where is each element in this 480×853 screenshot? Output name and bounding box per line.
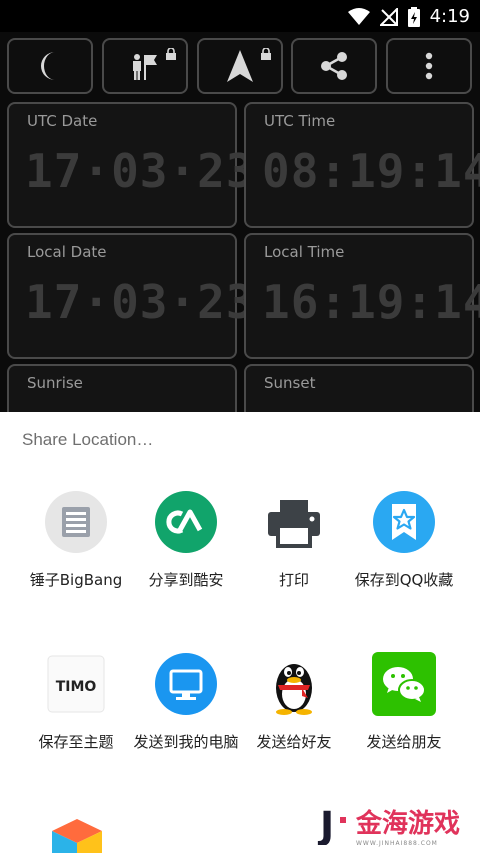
tile-label: Sunrise xyxy=(27,374,83,392)
share-button[interactable] xyxy=(291,38,377,94)
local-time-tile: Local Time 16:19:14 xyxy=(244,233,480,359)
app-label: 发送给好友 xyxy=(256,733,332,751)
svg-text:J: J xyxy=(317,805,334,845)
share-app-qq-friend[interactable]: 发送给好友 xyxy=(234,652,354,772)
app-label: 保存至主题 xyxy=(38,733,114,751)
tile-label: Local Time xyxy=(264,243,345,261)
share-app-coolapk[interactable]: 分享到酷安 xyxy=(126,490,246,610)
local-time-value: 16:19:14 xyxy=(262,275,480,329)
share-app-my-computer[interactable]: 发送到我的电脑 xyxy=(126,652,246,772)
coolapk-icon xyxy=(155,491,217,553)
no-signal-icon xyxy=(379,7,398,26)
tile-label: Sunset xyxy=(264,374,316,392)
navigation-button[interactable] xyxy=(197,38,283,94)
utc-time-tile: UTC Time 08:19:14 xyxy=(244,102,480,228)
watermark: J 金海游戏 WWW.JINHAI888.COM xyxy=(316,803,460,847)
person-flag-icon xyxy=(133,54,157,80)
share-app-qq-favorites[interactable]: 保存到QQ收藏 xyxy=(344,490,464,610)
wechat-icon xyxy=(372,652,436,716)
share-app-print[interactable]: 打印 xyxy=(234,490,354,610)
night-mode-button[interactable] xyxy=(7,38,93,94)
lock-icon xyxy=(166,48,176,60)
status-bar: 4:19 xyxy=(0,0,480,32)
app-label: 锤子BigBang xyxy=(29,571,123,589)
local-date-tile: Local Date 17·03·23 xyxy=(7,233,254,359)
tile-label: Local Date xyxy=(27,243,107,261)
local-date-value: 17·03·23 xyxy=(25,275,255,329)
status-time: 4:19 xyxy=(429,6,470,27)
waypoint-button[interactable] xyxy=(102,38,188,94)
share-sheet-title: Share Location… xyxy=(22,430,154,449)
utc-date-tile: UTC Date 17·03·23 xyxy=(7,102,254,228)
printer-icon xyxy=(268,500,320,548)
share-icon xyxy=(321,52,347,80)
utc-date-value: 17·03·23 xyxy=(25,144,255,198)
app-label: 发送给朋友 xyxy=(366,733,442,751)
more-vert-icon xyxy=(425,52,433,80)
share-app-bigbang[interactable]: 锤子BigBang xyxy=(16,490,136,610)
app-label: 打印 xyxy=(278,571,309,589)
moon-icon xyxy=(41,52,55,80)
share-app-timo[interactable]: TIMO 保存至主题 xyxy=(16,652,136,772)
computer-icon xyxy=(155,653,217,715)
app-label: 保存到QQ收藏 xyxy=(354,571,454,589)
qq-favorites-icon xyxy=(373,491,435,553)
lock-icon xyxy=(261,48,271,60)
bigbang-icon xyxy=(45,491,107,553)
cube-app-icon[interactable] xyxy=(50,817,104,853)
share-app-wechat[interactable]: 发送给朋友 xyxy=(344,652,464,772)
watermark-text: 金海游戏 xyxy=(355,809,460,839)
wifi-icon xyxy=(347,7,370,25)
utc-time-value: 08:19:14 xyxy=(262,144,480,198)
timo-icon: TIMO xyxy=(47,655,105,713)
battery-charging-icon xyxy=(407,6,420,27)
jinhai-logo-icon: J xyxy=(317,805,346,845)
toolbar xyxy=(0,32,480,98)
more-options-button[interactable] xyxy=(386,38,472,94)
tile-label: UTC Time xyxy=(264,112,336,130)
watermark-url: WWW.JINHAI888.COM xyxy=(355,840,438,847)
share-sheet: Share Location… 锤子BigBang 分享到酷安 打印 保存到QQ… xyxy=(0,412,480,853)
status-icons: 4:19 xyxy=(347,6,470,27)
qq-penguin-icon xyxy=(276,664,312,715)
navigation-arrow-icon xyxy=(227,50,253,82)
app-label: 分享到酷安 xyxy=(148,571,224,589)
app-label: 发送到我的电脑 xyxy=(133,733,239,751)
tile-label: UTC Date xyxy=(27,112,98,130)
timo-icon-text: TIMO xyxy=(56,679,97,695)
